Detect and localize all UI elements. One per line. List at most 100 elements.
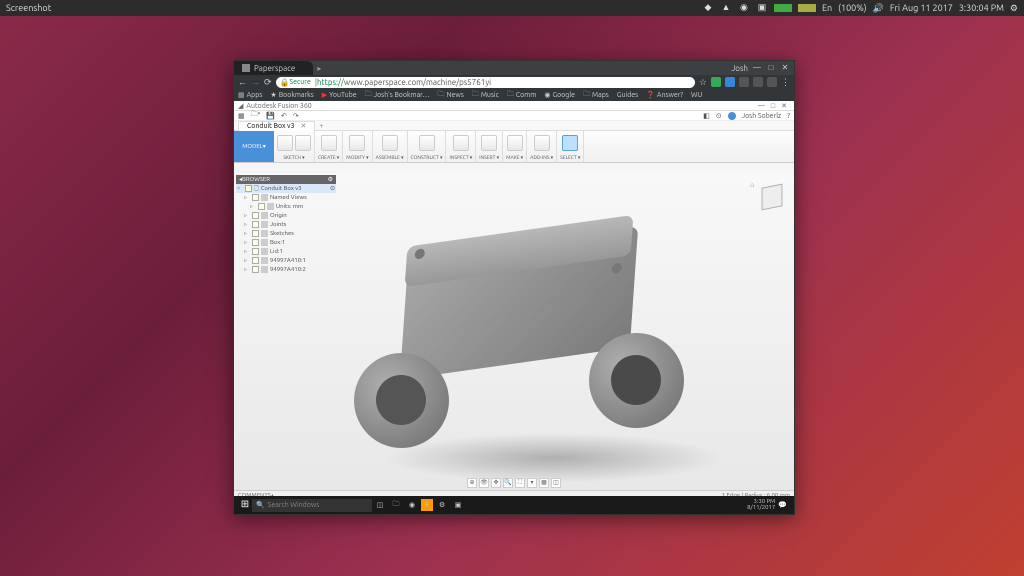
ribbon-label[interactable]: INSERT ▾ <box>479 154 499 162</box>
tree-root[interactable]: ▿ 🗋 Conduit Box v3 ⊙ <box>236 184 336 193</box>
ribbon-label[interactable]: SKETCH ▾ <box>277 154 311 162</box>
extension-icon-4[interactable] <box>753 77 763 87</box>
tree-item[interactable]: ▹Sketches <box>236 229 336 238</box>
window-minimize-button[interactable]: — <box>752 63 762 73</box>
taskbar-explorer-icon[interactable]: 🗀 <box>389 498 403 512</box>
visibility-toggle[interactable] <box>252 194 259 201</box>
file-menu-icon[interactable]: 🗀▾ <box>251 110 261 121</box>
tray-icon-app2[interactable]: ▲ <box>720 2 732 14</box>
bookmark-item[interactable]: ◉Google <box>544 91 575 99</box>
document-tab[interactable]: Conduit Box v3 ✕ <box>238 121 315 131</box>
fit-icon[interactable]: ⛶ <box>515 478 525 488</box>
bookmark-item[interactable]: WU <box>691 91 702 99</box>
taskbar-chrome-icon[interactable]: ◉ <box>405 498 419 512</box>
tree-item[interactable]: ▹Origin <box>236 211 336 220</box>
extension-icon-1[interactable] <box>711 77 721 87</box>
taskbar-fusion-icon[interactable]: F <box>421 499 433 511</box>
taskbar-app-icon[interactable]: ▣ <box>451 498 465 512</box>
fusion-maximize-button[interactable]: □ <box>768 102 778 110</box>
look-icon[interactable]: 👁 <box>479 478 489 488</box>
bookmark-folder[interactable]: 🗀Comm <box>507 90 536 101</box>
add-tab-button[interactable]: + <box>319 122 323 130</box>
volume-icon[interactable]: 🔊 <box>873 3 884 14</box>
ribbon-tool-icon[interactable] <box>534 135 550 151</box>
chrome-tray-icon[interactable]: ◉ <box>738 2 750 14</box>
jobs-icon[interactable]: ⊙ <box>716 112 722 120</box>
tree-item[interactable]: ▹Joints <box>236 220 336 229</box>
ribbon-tool-icon[interactable] <box>453 135 469 151</box>
address-bar[interactable]: 🔒 Secure | https://www.paperspace.com/ma… <box>276 77 695 88</box>
start-button[interactable]: ⊞ <box>238 498 252 512</box>
back-button[interactable]: ← <box>238 77 247 87</box>
home-view-icon[interactable]: ⌂ <box>750 181 754 189</box>
taskbar-settings-icon[interactable]: ⚙ <box>435 498 449 512</box>
ribbon-tool-icon[interactable] <box>481 135 497 151</box>
fusion-close-button[interactable]: ✕ <box>778 102 790 110</box>
date-label[interactable]: Fri Aug 11 2017 <box>890 3 953 13</box>
tray-icon-app1[interactable]: ◆ <box>702 2 714 14</box>
fusion-minimize-button[interactable]: — <box>755 102 768 110</box>
battery-indicator[interactable]: (100%) <box>838 3 866 13</box>
extension-icon-5[interactable] <box>767 77 777 87</box>
bookmark-folder[interactable]: 🗀Maps <box>583 90 609 101</box>
workspace-switcher[interactable]: MODEL ▾ <box>234 131 274 162</box>
time-label[interactable]: 3:30:04 PM <box>959 3 1004 13</box>
tree-expand-icon[interactable]: ▹ <box>244 248 250 255</box>
browser-tab[interactable]: Paperspace <box>234 61 313 75</box>
ribbon-label[interactable]: ASSEMBLE ▾ <box>376 154 404 162</box>
window-close-button[interactable]: ✕ <box>780 63 790 73</box>
tree-item[interactable]: ▹Lid:1 <box>236 247 336 256</box>
ribbon-label[interactable]: INSPECT ▾ <box>449 154 472 162</box>
zoom-icon[interactable]: 🔍 <box>503 478 513 488</box>
undo-icon[interactable]: ↶ <box>281 112 287 120</box>
pan-icon[interactable]: ✥ <box>491 478 501 488</box>
bookmark-apps[interactable]: ▦Apps <box>238 91 262 99</box>
orbit-icon[interactable]: ⊕ <box>467 478 477 488</box>
bookmark-star-icon[interactable]: ☆ <box>699 77 707 88</box>
bookmark-item[interactable]: ★Bookmarks <box>270 91 313 99</box>
ribbon-tool-icon[interactable] <box>382 135 398 151</box>
visibility-toggle[interactable] <box>258 203 265 210</box>
tree-item[interactable]: ▹Box:1 <box>236 238 336 247</box>
ribbon-tool-icon[interactable] <box>419 135 435 151</box>
viewports-icon[interactable]: ◫ <box>551 478 561 488</box>
forward-button[interactable]: → <box>251 77 260 87</box>
ribbon-tool-icon[interactable] <box>321 135 337 151</box>
visibility-toggle[interactable] <box>252 212 259 219</box>
ribbon-label[interactable]: ADD-INS ▾ <box>530 154 553 162</box>
ribbon-label[interactable]: SELECT ▾ <box>560 154 580 162</box>
tab-close-icon[interactable]: ✕ <box>301 122 307 130</box>
visibility-toggle[interactable] <box>252 221 259 228</box>
ribbon-tool-icon[interactable] <box>562 135 578 151</box>
bookmark-folder[interactable]: 🗀Josh's Bookmar… <box>365 90 430 101</box>
tree-expand-icon[interactable]: ▹ <box>244 239 250 246</box>
task-view-icon[interactable]: ◫ <box>373 498 387 512</box>
ribbon-label[interactable]: MODIFY ▾ <box>346 154 368 162</box>
visibility-toggle[interactable] <box>252 257 259 264</box>
viewport-canvas[interactable]: ◂ BROWSER ⚙ ▿ 🗋 Conduit Box v3 ⊙ ▹Named … <box>234 173 794 490</box>
visibility-toggle[interactable] <box>252 248 259 255</box>
extension-icon-3[interactable] <box>739 77 749 87</box>
ribbon-tool-icon[interactable] <box>349 135 365 151</box>
windows-search-box[interactable]: 🔍 Search Windows <box>252 499 372 512</box>
tree-expand-icon[interactable]: ▹ <box>244 257 250 264</box>
browser-header[interactable]: ◂ BROWSER ⚙ <box>236 175 336 184</box>
extension-icon-2[interactable] <box>725 77 735 87</box>
ribbon-tool-icon[interactable] <box>507 135 523 151</box>
chrome-menu-icon[interactable]: ⋮ <box>781 77 790 88</box>
windows-clock[interactable]: 3:30 PM 8/11/2017 <box>747 499 775 511</box>
tree-expand-icon[interactable]: ▹ <box>244 194 250 201</box>
extensions-icon[interactable]: ◧ <box>703 112 710 120</box>
tree-item[interactable]: ▹Named Views <box>236 193 336 202</box>
bookmark-item[interactable]: ❓Answer? <box>646 91 683 99</box>
ribbon-tool-icon[interactable] <box>277 135 293 151</box>
gear-icon[interactable]: ⚙ <box>1010 3 1018 14</box>
user-avatar[interactable] <box>728 112 736 120</box>
ribbon-label[interactable]: MAKE ▾ <box>506 154 523 162</box>
tray-icon-app3[interactable]: ▣ <box>756 2 768 14</box>
fusion-username[interactable]: Josh Soberlz <box>742 112 782 120</box>
help-icon[interactable]: ? <box>787 112 790 120</box>
tray-monitor-yellow[interactable] <box>798 4 816 12</box>
bookmark-item[interactable]: Guides <box>617 91 638 99</box>
bookmark-folder[interactable]: 🗀Music <box>472 90 499 101</box>
